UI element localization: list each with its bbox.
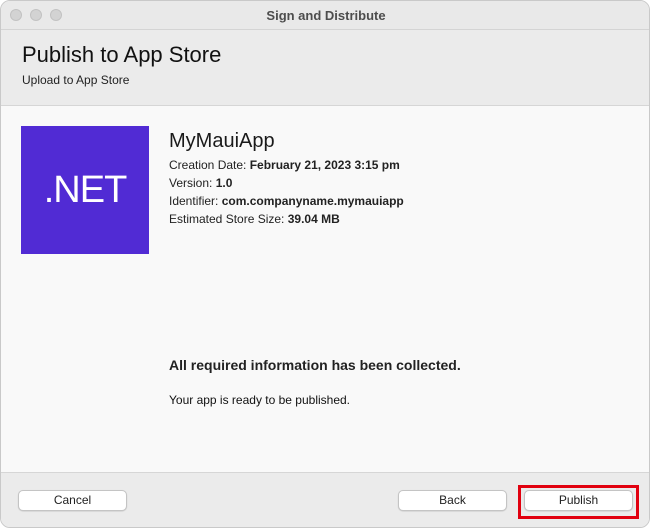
page-title: Publish to App Store	[22, 42, 222, 67]
identifier-value: com.companyname.mymauiapp	[221, 194, 404, 208]
identifier-row: Identifier: com.companyname.mymauiapp	[169, 194, 404, 208]
creation-date-value: February 21, 2023 3:15 pm	[249, 158, 400, 172]
sign-and-distribute-window: Sign and Distribute Publish to App Store…	[0, 0, 650, 528]
store-size-row: Estimated Store Size: 39.04 MB	[169, 212, 340, 226]
creation-date-label: Creation Date:	[169, 158, 247, 172]
window-title: Sign and Distribute	[266, 8, 386, 23]
status-message: Your app is ready to be published.	[169, 393, 351, 407]
version-label: Version:	[169, 176, 213, 190]
logo-text: .NET	[43, 168, 128, 211]
store-size-label: Estimated Store Size:	[169, 212, 285, 226]
identifier-label: Identifier:	[169, 194, 219, 208]
title-bar: Sign and Distribute	[1, 1, 649, 30]
version-row: Version: 1.0	[169, 176, 232, 190]
app-summary-panel: .NET MyMauiApp Creation Date: February 2…	[1, 106, 649, 472]
version-value: 1.0	[215, 176, 233, 190]
button-bar: Cancel Back Publish	[1, 472, 649, 527]
back-button[interactable]: Back	[398, 490, 507, 511]
page-subtitle: Upload to App Store	[22, 73, 130, 87]
cancel-button[interactable]: Cancel	[18, 490, 127, 511]
page-header: Publish to App Store Upload to App Store	[1, 30, 649, 106]
dotnet-logo-icon: .NET	[21, 126, 149, 254]
store-size-value: 39.04 MB	[287, 212, 340, 226]
app-name: MyMauiApp	[169, 130, 275, 152]
publish-highlight-box	[518, 485, 639, 519]
status-heading: All required information has been collec…	[169, 357, 461, 373]
creation-date-row: Creation Date: February 21, 2023 3:15 pm	[169, 158, 400, 172]
